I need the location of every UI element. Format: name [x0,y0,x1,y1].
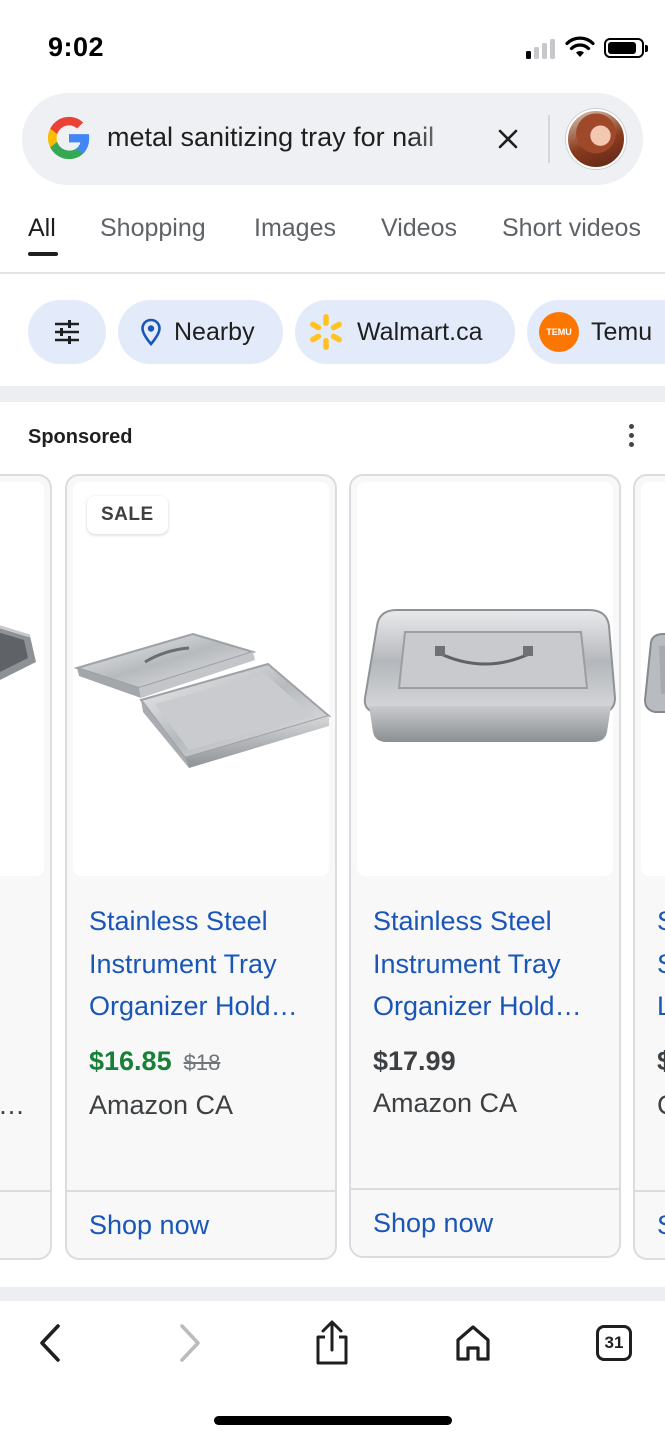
product-title[interactable]: Stainless Steel Instrument Tray Organize… [89,900,319,1028]
shop-now-button[interactable]: Shop now [89,1210,209,1241]
search-tabs: All Shopping Images Videos Short videos [0,204,665,264]
location-pin-icon [140,318,162,346]
tray-image [73,632,332,768]
section-separator [0,1287,665,1301]
product-title[interactable]: Stainless Steel Instrument Tray Organize… [373,900,603,1028]
account-avatar[interactable] [566,109,626,169]
product-merchant: … [0,1090,25,1120]
tray-image [0,625,36,680]
card-divider [635,1190,665,1192]
battery-icon [604,38,648,58]
status-bar: 9:02 [0,0,665,92]
product-title-line: Instrument Tray [89,948,277,979]
product-card[interactable]: SALE Stainless Steel Instrument Tray Org… [65,474,337,1260]
walmart-spark-icon [305,311,347,353]
search-bar[interactable]: metal sanitizing tray for nail [22,93,643,185]
filter-sliders-icon [55,320,79,344]
original-price: $18 [183,1050,221,1075]
chip-nearby[interactable]: Nearby [118,300,283,364]
chip-nearby-label: Nearby [174,317,255,346]
more-options-button[interactable] [617,420,645,450]
product-image [641,482,665,876]
home-icon [456,1325,490,1361]
share-icon [316,1320,348,1365]
product-card[interactable]: Stainless Steel Instrument Tray Organize… [349,474,621,1258]
product-title-line: Organizer Hold… [373,991,582,1021]
tray-image [363,609,617,742]
filter-chip[interactable] [28,300,106,364]
card-divider [351,1188,619,1190]
tabs-divider [0,272,665,274]
forward-button[interactable] [164,1317,216,1369]
tab-images[interactable]: Images [254,214,336,243]
tab-all[interactable]: All [28,214,56,243]
cellular-signal-icon [526,37,555,59]
tab-count-icon: 31 [596,1325,632,1361]
sale-price: $16.85 [89,1046,172,1076]
product-title-line: S [657,900,665,943]
product-card-partial-left[interactable]: … [0,474,52,1260]
temu-logo-text: TEMU [546,327,572,337]
shop-now-button[interactable]: Shop now [373,1208,493,1239]
shop-now-button[interactable]: S [657,1210,665,1241]
card-divider [0,1190,50,1192]
google-search-page: 9:02 metal sanitizing tray for nail All … [0,0,665,1440]
chip-temu-label: Temu [591,317,653,346]
product-title-line: Stainless Steel [373,906,552,936]
tab-short-videos[interactable]: Short videos [502,214,641,243]
forward-arrow-icon [180,1324,200,1362]
price-row: $ [657,1046,665,1077]
google-logo-icon [47,116,90,160]
card-divider [67,1190,335,1192]
close-icon [498,129,518,149]
home-button[interactable] [447,1317,499,1369]
product-merchant: Amazon CA [89,1090,234,1120]
tray-image [643,633,665,713]
product-card-partial-right[interactable]: S S L $ C S [633,474,665,1260]
section-separator [0,386,665,402]
product-title-line: S [657,943,665,986]
wifi-icon [565,36,595,57]
product-title-line: Stainless Steel [89,906,268,936]
search-bar-divider [548,115,550,163]
product-price: $17.99 [373,1046,456,1076]
chip-temu[interactable]: TEMU Temu [527,300,665,364]
product-merchant: Amazon CA [373,1088,518,1118]
sponsored-label: Sponsored [28,426,133,448]
tabs-button[interactable]: 31 [588,1317,640,1369]
product-title[interactable]: S S L [657,900,665,1028]
product-title-line: L [657,985,665,1028]
tab-shopping[interactable]: Shopping [100,214,206,243]
active-tab-indicator [28,252,58,256]
product-merchant: C [657,1090,665,1121]
sale-badge: SALE [87,496,168,534]
price-row: $16.85 $18 [89,1046,220,1077]
clear-search-button[interactable] [490,121,526,157]
price-row: $17.99 [373,1046,456,1077]
status-time: 9:02 [48,32,105,62]
product-price: $ [657,1046,665,1077]
chip-walmart[interactable]: Walmart.ca [295,300,515,364]
product-title-line: Organizer Hold… [89,991,298,1021]
chip-walmart-label: Walmart.ca [357,317,483,346]
search-input[interactable]: metal sanitizing tray for nail [107,122,482,156]
home-indicator [214,1416,452,1425]
tab-count: 31 [604,1333,624,1352]
product-image: SALE [73,482,332,876]
product-image [0,482,44,876]
share-button[interactable] [306,1317,358,1369]
tab-videos[interactable]: Videos [381,214,457,243]
temu-logo-icon: TEMU [539,312,579,352]
product-title-line: Instrument Tray [373,948,561,979]
back-button[interactable] [24,1317,76,1369]
product-image [357,482,617,876]
back-arrow-icon [40,1324,60,1362]
